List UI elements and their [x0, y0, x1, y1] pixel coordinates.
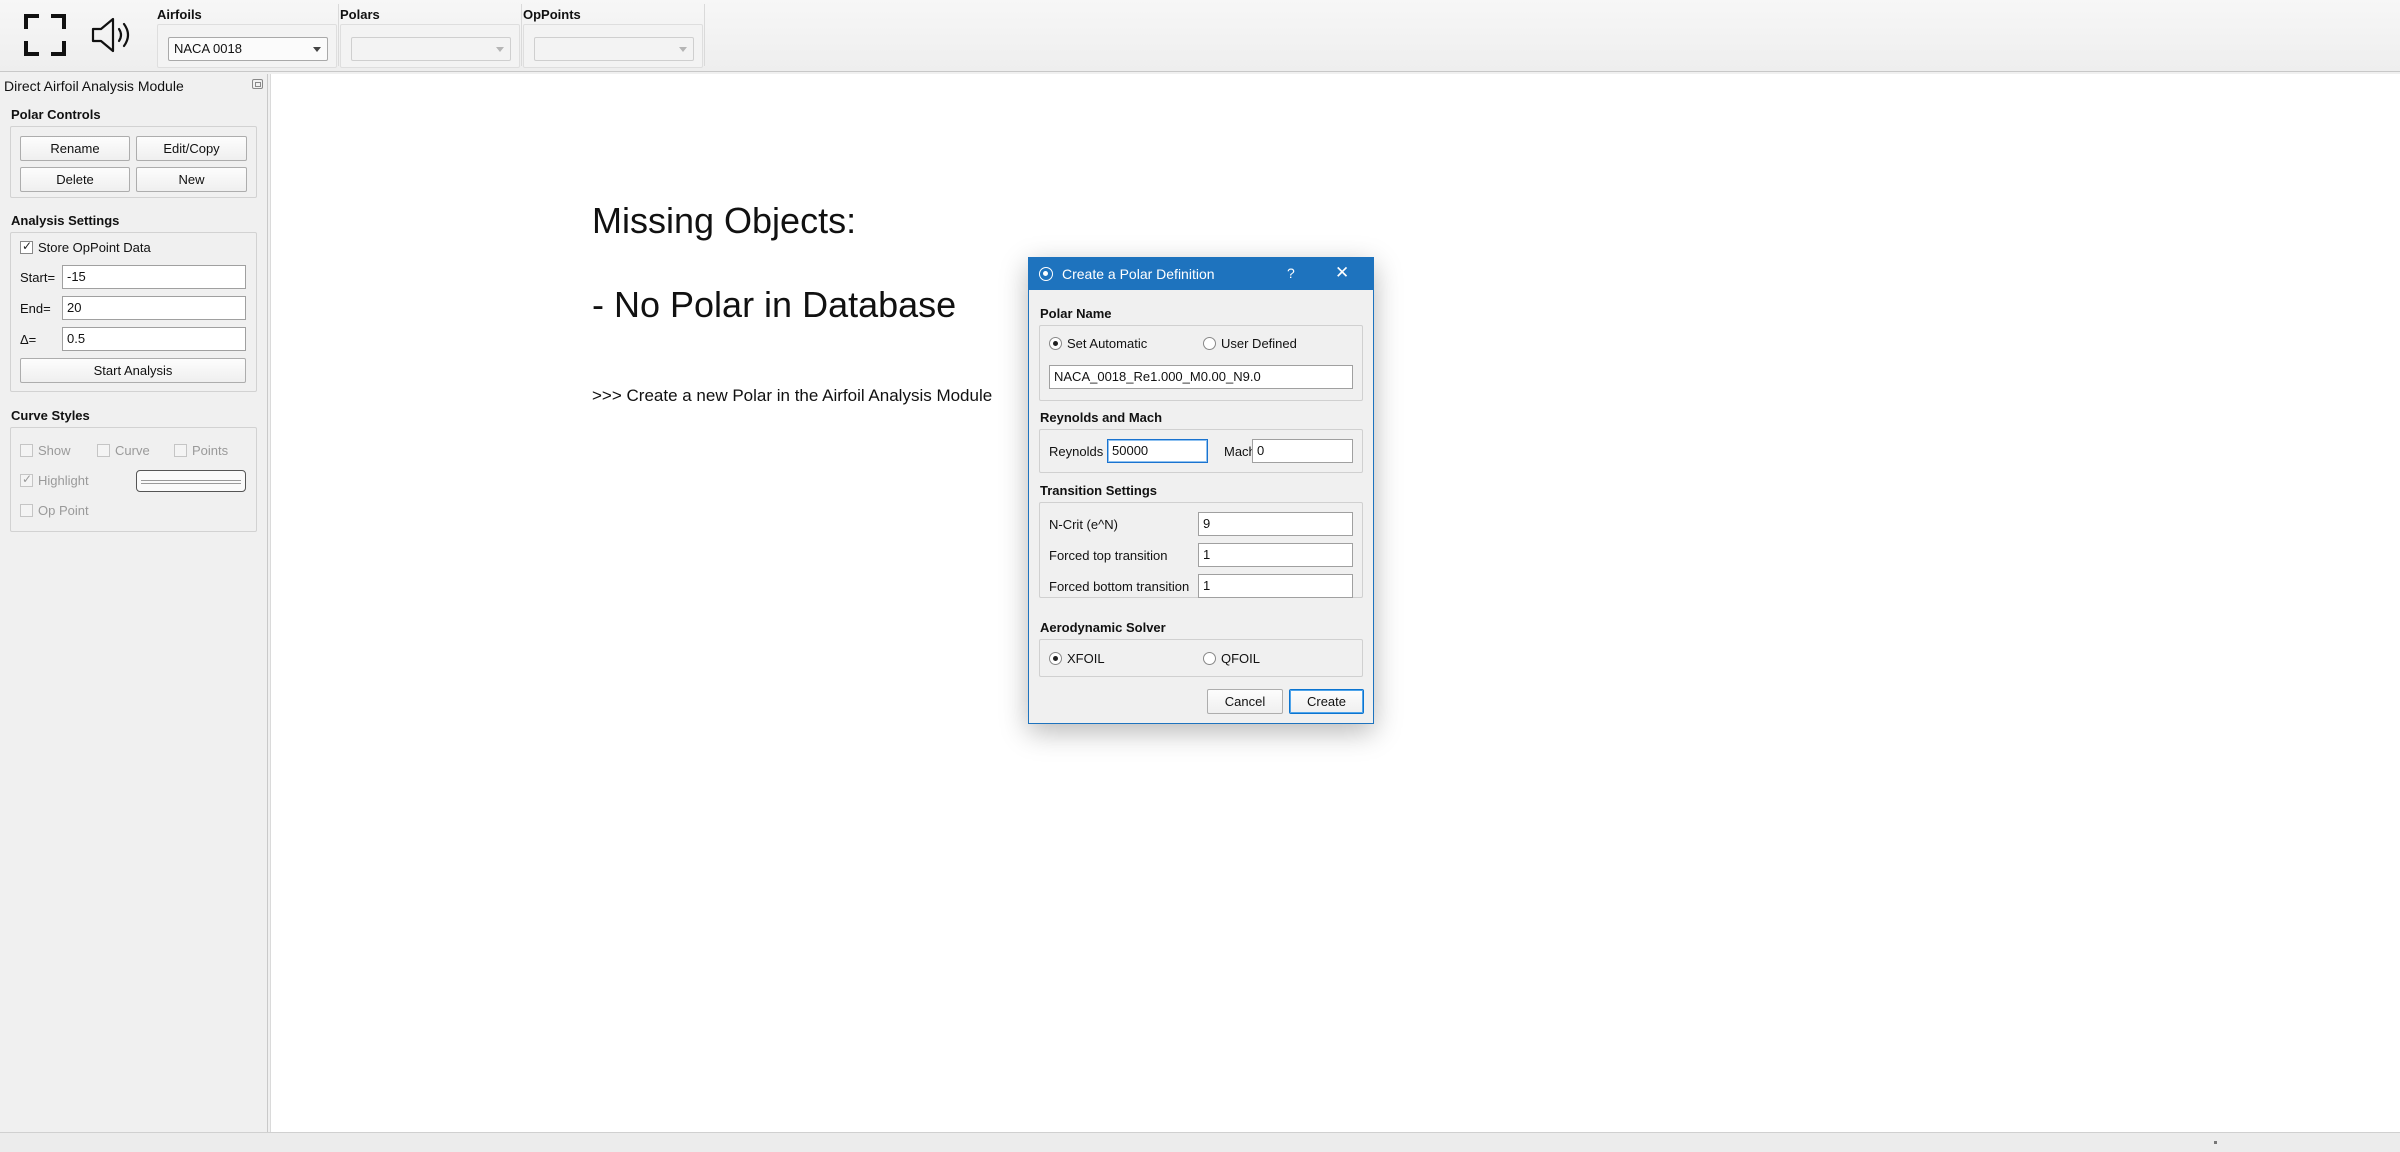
transition-settings-box: N-Crit (e^N) 9 Forced top transition 1 F… [1039, 502, 1363, 598]
rename-button[interactable]: Rename [20, 136, 130, 161]
create-polar-hint: >>> Create a new Polar in the Airfoil An… [592, 386, 993, 405]
curve-style-preview[interactable] [136, 470, 246, 492]
ncrit-label: N-Crit (e^N) [1049, 517, 1118, 532]
size-grip-icon[interactable] [2214, 1141, 2217, 1144]
chevron-down-icon [679, 47, 687, 52]
start-analysis-button[interactable]: Start Analysis [20, 358, 246, 383]
speaker-icon[interactable] [88, 10, 138, 60]
xfoil-label: XFOIL [1067, 651, 1105, 666]
new-button[interactable]: New [136, 167, 247, 192]
op-point-label: Op Point [38, 503, 89, 518]
polars-frame [340, 24, 520, 68]
missing-objects-heading: Missing Objects: [592, 200, 857, 241]
airfoils-group: Airfoils NACA 0018 [157, 4, 339, 68]
polar-name-input[interactable]: NACA_0018_Re1.000_M0.00_N9.0 [1049, 365, 1353, 389]
set-automatic-label: Set Automatic [1067, 336, 1148, 351]
airfoil-select[interactable]: NACA 0018 [168, 37, 328, 61]
close-icon[interactable]: ✕ [1335, 263, 1349, 283]
highlight-label: Highlight [38, 473, 89, 488]
opoints-label: OpPoints [523, 7, 581, 22]
edit-copy-button[interactable]: Edit/Copy [136, 136, 247, 161]
curve-label: Curve [115, 443, 150, 458]
analysis-settings-title: Analysis Settings [11, 213, 120, 228]
user-defined-label: User Defined [1221, 336, 1297, 351]
opoint-select[interactable] [534, 37, 694, 61]
transition-settings-title: Transition Settings [1040, 483, 1158, 498]
delta-alpha-input[interactable]: 0.5 [62, 327, 246, 351]
polars-group: Polars [340, 4, 522, 68]
app-icon [1039, 267, 1053, 281]
show-checkbox[interactable] [20, 444, 33, 457]
xfoil-radio[interactable] [1049, 652, 1062, 665]
curve-checkbox[interactable] [97, 444, 110, 457]
main-toolbar: Airfoils NACA 0018 Polars OpPoints [0, 0, 2400, 72]
curve-styles-title: Curve Styles [11, 408, 90, 423]
top-transition-input[interactable]: 1 [1198, 543, 1353, 567]
cancel-button[interactable]: Cancel [1207, 689, 1283, 714]
store-opoint-label: Store OpPoint Data [38, 240, 151, 255]
end-label: End= [20, 301, 51, 316]
chevron-down-icon [496, 47, 504, 52]
airfoils-label: Airfoils [157, 7, 202, 22]
reynolds-input[interactable]: 50000 [1107, 439, 1208, 463]
solver-box: XFOIL QFOIL [1039, 639, 1363, 677]
airfoil-select-value: NACA 0018 [174, 41, 242, 56]
points-label: Points [192, 443, 229, 458]
ncrit-input[interactable]: 9 [1198, 512, 1353, 536]
chevron-down-icon [313, 47, 321, 52]
airfoils-frame: NACA 0018 [157, 24, 337, 68]
end-alpha-input[interactable]: 20 [62, 296, 246, 320]
dock-title: Direct Airfoil Analysis Module [4, 78, 184, 94]
float-dock-icon[interactable] [252, 79, 263, 89]
opoints-frame [523, 24, 703, 68]
delete-button[interactable]: Delete [20, 167, 130, 192]
bottom-transition-label: Forced bottom transition [1049, 579, 1190, 594]
no-polar-message: - No Polar in Database [592, 284, 957, 325]
set-automatic-radio[interactable] [1049, 337, 1062, 350]
analysis-settings-box: Store OpPoint Data Start= -15 End= 20 Δ=… [10, 232, 257, 392]
fullscreen-icon[interactable] [20, 10, 70, 60]
analysis-dock: Direct Airfoil Analysis Module Polar Con… [0, 74, 268, 1132]
top-transition-label: Forced top transition [1049, 548, 1168, 563]
show-label: Show [38, 443, 71, 458]
curve-styles-box: Show Curve Points Highlight Op Point [10, 427, 257, 532]
polar-select[interactable] [351, 37, 511, 61]
reynolds-mach-box: Reynolds 50000 Mach 0 [1039, 429, 1363, 473]
help-button[interactable]: ? [1287, 265, 1295, 281]
polar-controls-box: Rename Edit/Copy Delete New [10, 126, 257, 198]
dialog-titlebar[interactable]: Create a Polar Definition ? ✕ [1029, 258, 1373, 290]
op-point-checkbox[interactable] [20, 504, 33, 517]
reynolds-mach-title: Reynolds and Mach [1040, 410, 1163, 425]
mach-input[interactable]: 0 [1252, 439, 1353, 463]
highlight-checkbox[interactable] [20, 472, 33, 487]
qfoil-label: QFOIL [1221, 651, 1261, 666]
create-button[interactable]: Create [1289, 689, 1364, 714]
qfoil-radio[interactable] [1203, 652, 1216, 665]
polar-name-box: Set Automatic User Defined NACA_0018_Re1… [1039, 325, 1363, 401]
store-opoint-checkbox[interactable] [20, 239, 33, 254]
bottom-transition-input[interactable]: 1 [1198, 574, 1353, 598]
dialog-title: Create a Polar Definition [1062, 266, 1215, 282]
polar-name-title: Polar Name [1040, 306, 1112, 321]
opoints-group: OpPoints [523, 4, 705, 68]
polar-controls-title: Polar Controls [11, 107, 101, 122]
reynolds-label: Reynolds [1049, 444, 1104, 459]
delta-label: Δ= [20, 332, 37, 347]
status-bar [0, 1132, 2400, 1152]
create-polar-dialog: Create a Polar Definition ? ✕ Polar Name… [1028, 257, 1374, 724]
start-alpha-input[interactable]: -15 [62, 265, 246, 289]
polars-label: Polars [340, 7, 380, 22]
start-label: Start= [20, 270, 56, 285]
user-defined-radio[interactable] [1203, 337, 1216, 350]
solver-title: Aerodynamic Solver [1040, 620, 1166, 635]
points-checkbox[interactable] [174, 444, 187, 457]
